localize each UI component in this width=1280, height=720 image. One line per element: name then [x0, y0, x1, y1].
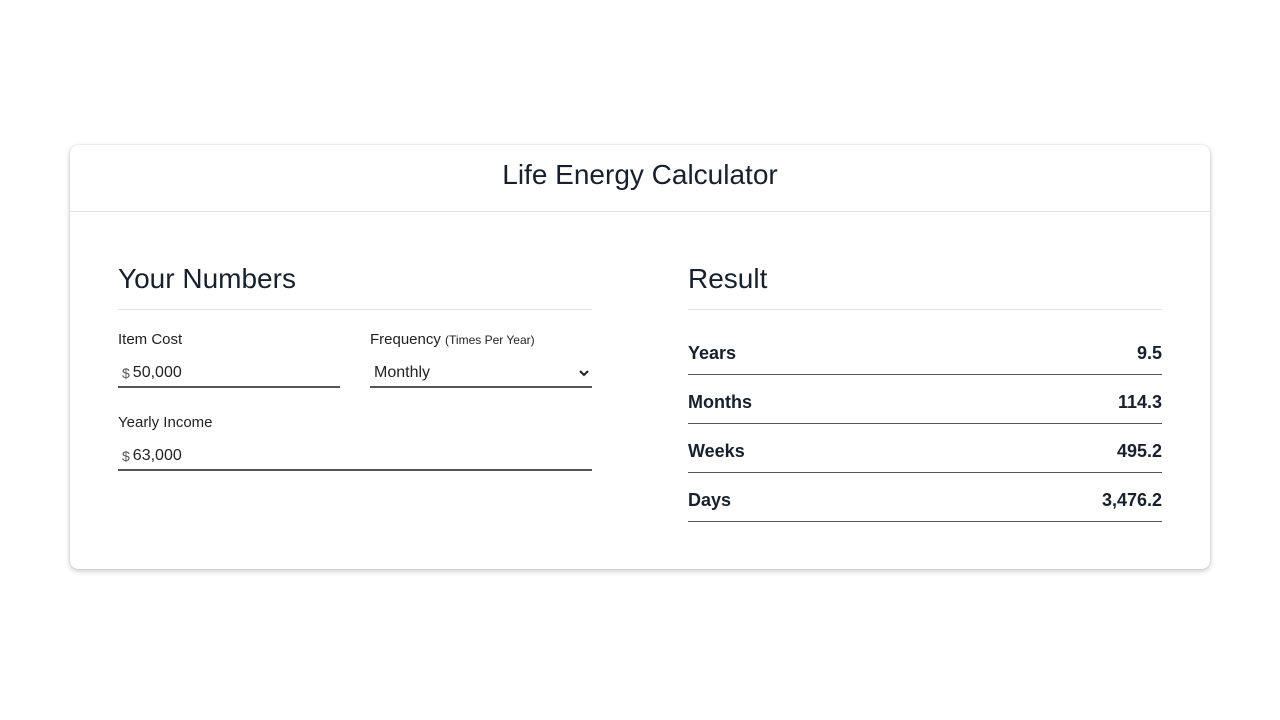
dollar-prefix: $ [122, 365, 130, 381]
frequency-label: Frequency (Times Per Year) [370, 331, 592, 349]
item-cost-input[interactable] [132, 360, 340, 386]
result-value: 9.5 [1136, 343, 1162, 363]
dollar-prefix: $ [122, 448, 130, 464]
page-title: Life Energy Calculator [502, 159, 778, 190]
inputs-section: Your Numbers Item Cost $ Frequency (Time… [118, 262, 592, 471]
chevron-down-icon [579, 369, 589, 376]
yearly-income-input-wrap: $ [118, 443, 592, 471]
inputs-section-title: Your Numbers [118, 262, 592, 310]
result-row-years: Years 9.5 [688, 310, 1162, 375]
result-label: Years [688, 343, 737, 363]
result-row-weeks: Weeks 495.2 [688, 424, 1162, 473]
item-cost-input-wrap: $ [118, 360, 340, 388]
yearly-income-field: Yearly Income $ [118, 414, 592, 471]
result-value: 114.3 [1117, 392, 1162, 412]
result-section-title: Result [688, 262, 1162, 310]
cost-frequency-row: Item Cost $ Frequency (Times Per Year) M… [118, 310, 592, 388]
result-label: Weeks [688, 441, 745, 461]
frequency-label-text: Frequency [370, 331, 441, 348]
yearly-income-label: Yearly Income [118, 414, 213, 431]
item-cost-field: Item Cost $ [118, 310, 340, 388]
item-cost-label: Item Cost [118, 331, 183, 348]
result-value: 3,476.2 [1101, 490, 1162, 510]
card-header: Life Energy Calculator [70, 145, 1210, 212]
result-row-days: Days 3,476.2 [688, 473, 1162, 522]
result-row-months: Months 114.3 [688, 375, 1162, 424]
frequency-hint: (Times Per Year) [445, 333, 535, 347]
frequency-selected-value: Monthly [374, 364, 431, 381]
frequency-select[interactable]: Monthly [370, 360, 592, 388]
result-label: Days [688, 490, 732, 510]
calculator-card: Life Energy Calculator Your Numbers Item… [70, 145, 1210, 569]
result-section: Result Years 9.5 Months 114.3 Weeks 495.… [688, 262, 1162, 522]
result-label: Months [688, 392, 752, 412]
yearly-income-input[interactable] [132, 443, 592, 469]
frequency-field: Frequency (Times Per Year) Monthly [370, 310, 592, 388]
result-value: 495.2 [1116, 441, 1162, 461]
